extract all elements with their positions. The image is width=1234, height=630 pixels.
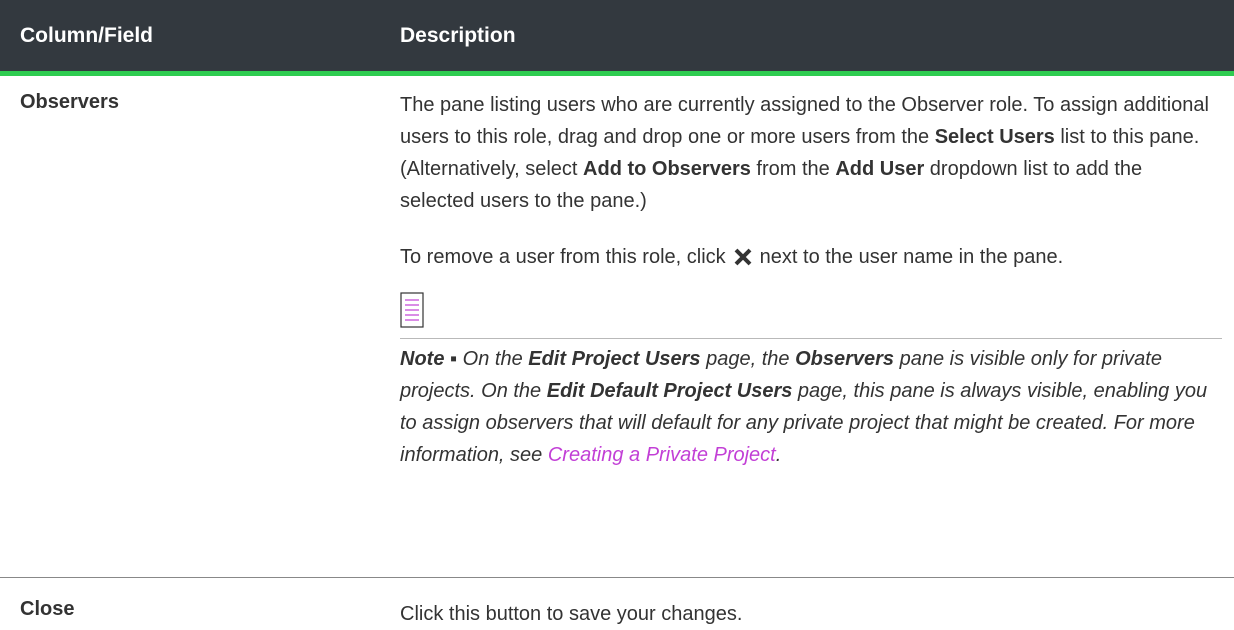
header-description: Description	[400, 23, 516, 47]
text: next to the user name in the pane.	[759, 246, 1064, 268]
header-column-field: Column/Field	[20, 23, 153, 47]
text: page, the	[700, 348, 796, 370]
link-creating-private-project[interactable]: Creating a Private Project	[548, 444, 776, 466]
close-x-icon	[734, 244, 752, 276]
bold-add-user: Add User	[835, 158, 925, 180]
bold-observers: Observers	[795, 348, 895, 370]
table-row-observers: Observers The pane listing users who are…	[0, 76, 1234, 578]
note-label: Note ▪	[400, 348, 458, 370]
text: .	[775, 444, 782, 466]
table-row-close: Close Click this button to save your cha…	[0, 578, 1234, 630]
remove-user-paragraph: To remove a user from this role, click ne…	[400, 241, 1222, 276]
text: from the	[750, 158, 836, 180]
bold-edit-project-users: Edit Project Users	[528, 348, 701, 370]
bold-select-users: Select Users	[934, 126, 1055, 148]
table-header: Column/Field Description	[0, 0, 1234, 76]
field-name: Observers	[20, 91, 119, 113]
note-paragraph: Note ▪ On the Edit Project Users page, t…	[400, 343, 1222, 471]
bold-edit-default-project-users: Edit Default Project Users	[546, 380, 793, 402]
text: On the	[457, 348, 529, 370]
field-name: Close	[20, 598, 75, 620]
bold-add-to-observers: Add to Observers	[583, 158, 751, 180]
description-paragraph: The pane listing users who are currently…	[400, 89, 1222, 217]
note-divider	[400, 338, 1222, 339]
field-description: Click this button to save your changes.	[400, 603, 743, 625]
note-icon	[400, 292, 1222, 332]
field-description-table: Column/Field Description Observers The p…	[0, 0, 1234, 630]
text: To remove a user from this role, click	[400, 246, 726, 268]
field-description: The pane listing users who are currently…	[400, 89, 1234, 577]
